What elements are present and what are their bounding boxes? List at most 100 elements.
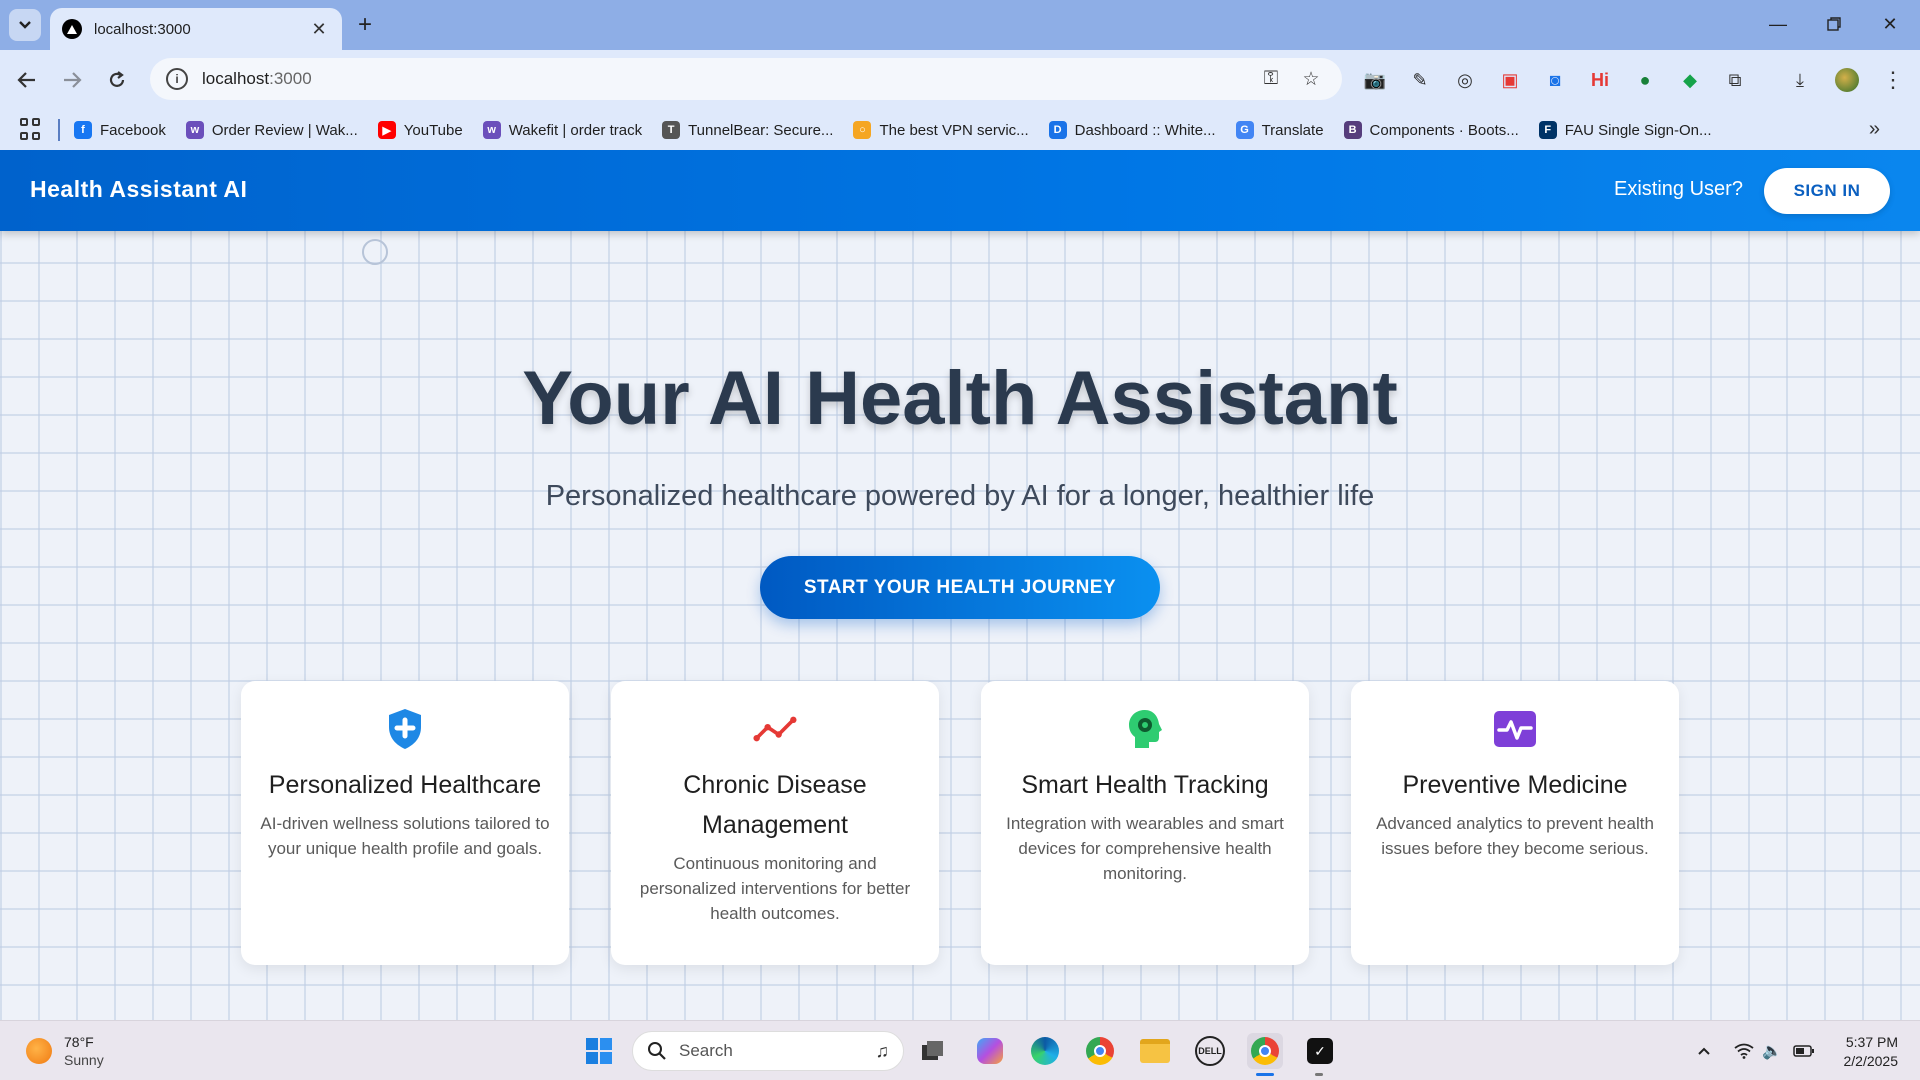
taskbar-search-box[interactable]: Search ♫: [632, 1031, 904, 1071]
feature-description: Advanced analytics to prevent health iss…: [1376, 814, 1654, 858]
camera-extension-icon[interactable]: 📷: [1360, 65, 1390, 95]
bookmark-favicon-icon: D: [1048, 121, 1067, 139]
bookmark-item[interactable]: F FAU Single Sign-On...: [1538, 121, 1712, 139]
record-extension-icon[interactable]: ◙: [1540, 65, 1570, 95]
running-app-indicator: [1315, 1073, 1323, 1076]
chrome-icon[interactable]: [1082, 1033, 1118, 1069]
site-info-icon[interactable]: i: [166, 68, 188, 90]
tab-title: localhost:3000: [94, 20, 191, 38]
shield-plus-icon: [383, 707, 427, 751]
feature-description: Continuous monitoring and personalized i…: [639, 854, 911, 923]
bookmark-label: Translate: [1261, 121, 1324, 139]
hero-title: Your AI Health Assistant: [522, 356, 1398, 441]
web-page: Health Assistant AI Existing User? SIGN …: [0, 150, 1920, 1020]
back-arrow-icon[interactable]: [10, 63, 44, 97]
start-health-journey-button[interactable]: START YOUR HEALTH JOURNEY: [760, 556, 1160, 619]
bookmark-label: Wakefit | order track: [508, 121, 643, 139]
bookmark-item[interactable]: G Translate: [1235, 121, 1324, 139]
terminal-app-icon[interactable]: ✓: [1302, 1033, 1338, 1069]
eyedropper-extension-icon[interactable]: ✎: [1405, 65, 1435, 95]
bookmark-item[interactable]: D Dashboard :: White...: [1048, 121, 1216, 139]
brand-logo-text[interactable]: Health Assistant AI: [30, 176, 247, 203]
file-explorer-icon[interactable]: [1137, 1033, 1173, 1069]
battery-icon[interactable]: [1792, 1039, 1816, 1063]
bookmark-favicon-icon: f: [74, 121, 92, 139]
volume-icon[interactable]: 🔈: [1760, 1039, 1784, 1063]
bookmarks-separator: [58, 119, 60, 141]
bookmark-favicon-icon: T: [662, 121, 681, 139]
bookmark-label: The best VPN servic...: [879, 121, 1029, 139]
dell-icon[interactable]: DELL: [1192, 1033, 1228, 1069]
minimize-window-icon[interactable]: —: [1756, 8, 1800, 40]
browser-toolbar: i localhost:3000 ⚿ ☆ 📷 ✎ ◎ ▣ ◙ Hi ● ◆ ⧉ …: [0, 50, 1920, 110]
hero-subtitle: Personalized healthcare powered by AI fo…: [545, 480, 1375, 512]
bookmark-favicon-icon: w: [482, 121, 501, 139]
red-extension-icon[interactable]: ▣: [1495, 65, 1525, 95]
restore-window-icon[interactable]: [1812, 8, 1856, 40]
wifi-icon[interactable]: [1732, 1039, 1756, 1063]
feature-card-personalized-healthcare[interactable]: Personalized Healthcare AI-driven wellne…: [241, 681, 569, 965]
sun-icon: [26, 1038, 52, 1064]
forward-arrow-icon[interactable]: [55, 63, 89, 97]
bookmarks-bar: f Facebook w Order Review | Wak... ▶ YouTube w…: [0, 110, 1920, 150]
bookmark-label: TunnelBear: Secure...: [688, 121, 834, 139]
extensions-puzzle-icon[interactable]: ⧉: [1720, 65, 1750, 95]
bookmark-item[interactable]: f Facebook: [74, 121, 166, 139]
bookmark-star-icon[interactable]: ☆: [1296, 64, 1326, 94]
download-icon[interactable]: ⤓: [1785, 65, 1815, 95]
task-view-icon[interactable]: [914, 1033, 950, 1069]
bookmark-list: f Facebook w Order Review | Wak... ▶ YouTube w…: [74, 121, 1732, 139]
bookmark-item[interactable]: w Order Review | Wak...: [185, 121, 358, 139]
browser-tab-active[interactable]: localhost:3000 ✕: [50, 8, 342, 50]
chrome-profile-icon[interactable]: [1247, 1033, 1283, 1069]
windows-taskbar: 78°F Sunny Search ♫ DELL ✓ 🔈 5:37 PM 2/2…: [0, 1020, 1920, 1080]
show-hidden-icons-chevron-icon[interactable]: [1692, 1039, 1716, 1063]
music-note-icon: ♫: [875, 1040, 890, 1061]
grammar-extension-icon[interactable]: ●: [1630, 65, 1660, 95]
reload-icon[interactable]: [100, 63, 134, 97]
circle-extension-icon[interactable]: ◎: [1450, 65, 1480, 95]
active-app-indicator: [1256, 1073, 1274, 1076]
sign-in-button[interactable]: SIGN IN: [1764, 168, 1890, 214]
weather-condition: Sunny: [64, 1052, 104, 1068]
weather-widget[interactable]: 78°F Sunny: [26, 1033, 104, 1069]
windows-start-icon[interactable]: [581, 1033, 617, 1069]
address-bar[interactable]: i localhost:3000 ⚿ ☆: [150, 58, 1342, 100]
bookmark-item[interactable]: ○ The best VPN servic...: [853, 121, 1029, 139]
close-window-icon[interactable]: ✕: [1868, 8, 1912, 40]
bookmark-favicon-icon: G: [1235, 121, 1254, 139]
bookmark-item[interactable]: B Components · Boots...: [1343, 121, 1519, 139]
new-tab-button[interactable]: +: [350, 10, 380, 40]
search-icon: [648, 1042, 666, 1060]
search-placeholder: Search: [679, 1041, 733, 1060]
bookmark-item[interactable]: T TunnelBear: Secure...: [662, 121, 833, 139]
profile-avatar[interactable]: [1832, 65, 1862, 95]
close-tab-icon[interactable]: ✕: [308, 18, 330, 40]
trend-line-icon: [753, 707, 797, 751]
bookmark-favicon-icon: ▶: [377, 121, 396, 139]
bookmark-item[interactable]: w Wakefit | order track: [482, 121, 643, 139]
system-clock[interactable]: 5:37 PM 2/2/2025: [1844, 1033, 1899, 1071]
nextjs-favicon-icon: [62, 19, 82, 39]
tab-search-button[interactable]: [9, 9, 41, 41]
bookmark-item[interactable]: ▶ YouTube: [377, 121, 463, 139]
clock-time: 5:37 PM: [1845, 1034, 1898, 1050]
more-bookmarks-icon[interactable]: »: [1869, 118, 1880, 141]
app-header: Health Assistant AI Existing User? SIGN …: [0, 150, 1920, 231]
apps-grid-icon[interactable]: [20, 118, 44, 142]
feature-card-preventive-medicine[interactable]: Preventive Medicine Advanced analytics t…: [1351, 681, 1679, 965]
edge-browser-icon[interactable]: [1027, 1033, 1063, 1069]
clock-date: 2/2/2025: [1843, 1053, 1899, 1069]
browser-menu-icon[interactable]: ⋮: [1878, 65, 1908, 95]
feature-card-chronic-disease[interactable]: Chronic Disease Management Continuous mo…: [611, 681, 939, 965]
feature-description: Integration with wearables and smart dev…: [1006, 814, 1284, 883]
feature-card-smart-tracking[interactable]: Smart Health Tracking Integration with w…: [981, 681, 1309, 965]
password-key-icon[interactable]: ⚿: [1256, 64, 1286, 94]
bookmark-favicon-icon: B: [1343, 121, 1362, 139]
bookmark-favicon-icon: F: [1538, 121, 1557, 139]
green-extension-icon[interactable]: ◆: [1675, 65, 1705, 95]
copilot-icon[interactable]: [972, 1033, 1008, 1069]
pulse-monitor-icon: [1493, 707, 1537, 751]
feature-title: Preventive Medicine: [1402, 771, 1628, 799]
hi-extension-icon[interactable]: Hi: [1585, 65, 1615, 95]
